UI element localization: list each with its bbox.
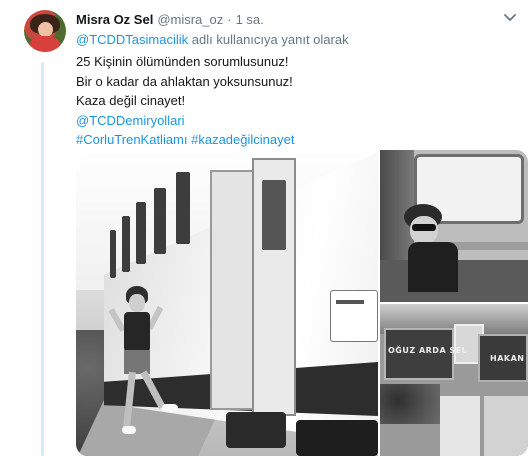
child-shoe	[122, 426, 136, 434]
replying-mention-link[interactable]: @TCDDTasimacilik	[76, 32, 188, 47]
separator-dot: ·	[227, 11, 232, 27]
avatar-shirt	[28, 36, 62, 52]
grave-flowers	[380, 384, 440, 424]
photo-door-window	[262, 180, 286, 250]
avatar[interactable]	[24, 10, 66, 52]
photo-train-window	[154, 188, 166, 254]
interior-child	[396, 204, 472, 294]
photo-train-platform[interactable]	[76, 150, 378, 456]
photo-child	[108, 286, 178, 446]
thread-connector-line	[41, 62, 44, 456]
chevron-down-icon[interactable]	[503, 13, 517, 23]
tweet-line-2: Bir o kadar da ahlaktan yoksunsunuz!	[76, 73, 293, 89]
child-shirt	[124, 312, 150, 352]
tweet-line-1: 25 Kişinin ölümünden sorumlusunuz!	[76, 54, 289, 69]
replying-to: @TCDDTasimacilik adlı kullanıcıya yanıt …	[76, 32, 349, 47]
child-body	[408, 242, 458, 292]
sunglasses	[412, 224, 436, 231]
child-leg	[140, 370, 166, 409]
child-shoe	[162, 404, 178, 412]
photo-graves[interactable]: OĞUZ ARDA SEL HAKAN	[380, 304, 528, 456]
tweet-header: Misra Oz Sel @misra_oz · 1 sa.	[76, 10, 517, 28]
hashtag-links[interactable]: #CorluTrenKatliamı #kazadeğilcinayet	[76, 130, 294, 150]
tweet-line-3: Kaza değil cinayet!	[76, 93, 186, 108]
photo-sign-tag	[336, 300, 364, 304]
mention-link[interactable]: @TCDDemiryollari	[76, 111, 294, 131]
photo-train-window	[176, 172, 190, 244]
avatar-face	[38, 22, 53, 37]
photo-train-window	[110, 230, 116, 278]
photo-train-door	[210, 170, 254, 410]
tweet-text: 25 Kişinin ölümünden sorumlusunuz! Bir o…	[76, 52, 294, 150]
author-handle[interactable]: @misra_oz	[157, 12, 223, 27]
grave-label: HAKAN	[490, 354, 525, 363]
media-grid: OĞUZ ARDA SEL HAKAN	[76, 150, 528, 456]
child-head	[129, 294, 145, 312]
grave-label: OĞUZ ARDA SEL	[388, 346, 468, 355]
photo-train-window	[136, 202, 146, 264]
photo-wheel	[226, 412, 286, 448]
grave-slab	[484, 396, 528, 456]
replying-suffix: adlı kullanıcıya yanıt olarak	[188, 32, 349, 47]
photo-train-window	[122, 216, 130, 272]
photo-carriage-sign	[330, 290, 378, 342]
photo-wheel	[296, 420, 378, 456]
photo-train-interior[interactable]	[380, 150, 528, 302]
tweet-timestamp[interactable]: 1 sa.	[236, 12, 264, 27]
child-leg	[123, 371, 136, 429]
grave-slab	[440, 396, 480, 456]
author-name[interactable]: Misra Oz Sel	[76, 12, 153, 27]
